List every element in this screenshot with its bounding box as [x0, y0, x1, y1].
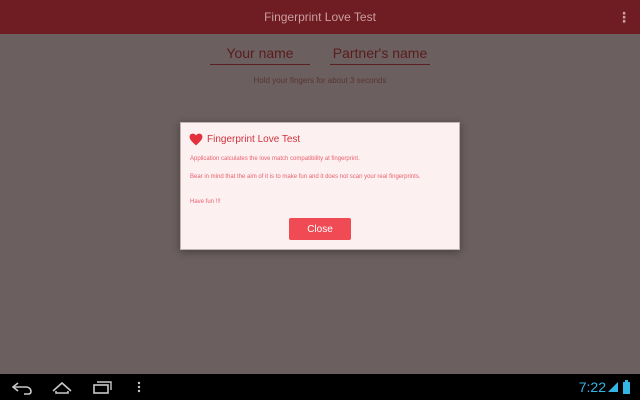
battery-icon: [623, 380, 630, 394]
partner-name-input[interactable]: [330, 42, 430, 65]
heart-icon: [189, 133, 203, 146]
app-screen: Fingerprint Love Test ⋮ Hold your finger…: [0, 0, 640, 400]
menu-dots-icon[interactable]: [134, 379, 144, 395]
close-button[interactable]: Close: [289, 218, 351, 240]
back-icon[interactable]: [10, 379, 34, 395]
action-bar: Fingerprint Love Test ⋮: [0, 0, 640, 34]
about-dialog: Fingerprint Love Test Application calcul…: [180, 122, 460, 250]
dialog-paragraph: Have fun !!!: [190, 199, 221, 205]
overflow-menu-icon: ⋮: [617, 8, 631, 25]
name-inputs: [210, 42, 430, 66]
recents-icon[interactable]: [90, 379, 114, 395]
overflow-menu-button[interactable]: ⋮: [616, 6, 632, 28]
dialog-paragraph: Application calculates the love match co…: [190, 156, 360, 162]
app-title: Fingerprint Love Test: [264, 10, 376, 24]
system-nav-bar: 7:22: [0, 374, 640, 400]
status-clock: 7:22: [578, 379, 606, 395]
your-name-input[interactable]: [210, 42, 310, 65]
home-icon[interactable]: [50, 379, 74, 395]
wifi-icon: [608, 382, 618, 392]
dialog-title: Fingerprint Love Test: [207, 134, 301, 145]
dialog-header: Fingerprint Love Test: [189, 133, 300, 146]
instruction-hint: Hold your fingers for about 3 seconds: [253, 76, 387, 85]
dialog-paragraph: Bear in mind that the aim of it is to ma…: [190, 174, 421, 180]
